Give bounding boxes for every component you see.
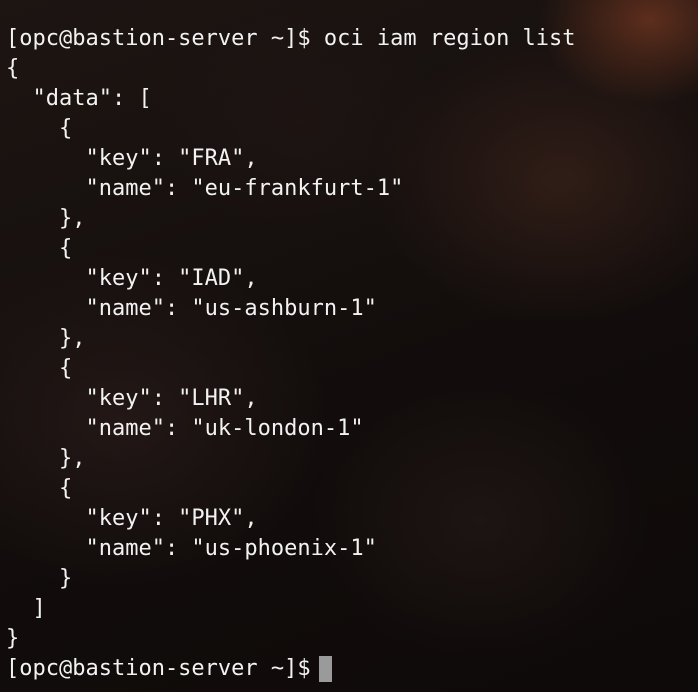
command-line: [opc@bastion-server ~]$ oci iam region l… xyxy=(6,26,576,51)
output-line: { xyxy=(6,56,20,81)
terminal-cursor[interactable] xyxy=(318,656,332,682)
output-line: { xyxy=(6,356,73,381)
shell-prompt: [opc@bastion-server ~]$ xyxy=(6,656,311,681)
output-line: "name": "eu-frankfurt-1" xyxy=(6,176,404,201)
output-line: }, xyxy=(6,326,86,351)
prompt-line[interactable]: [opc@bastion-server ~]$ xyxy=(6,654,692,684)
output-line: "key": "FRA", xyxy=(6,146,258,171)
output-line: { xyxy=(6,116,73,141)
output-line: "key": "PHX", xyxy=(6,506,258,531)
output-line: } xyxy=(6,566,73,591)
output-line: "key": "IAD", xyxy=(6,266,258,291)
output-line: { xyxy=(6,236,73,261)
output-line: }, xyxy=(6,206,86,231)
output-line: "name": "us-phoenix-1" xyxy=(6,536,377,561)
output-line: ] xyxy=(6,596,46,621)
output-line: "name": "uk-london-1" xyxy=(6,416,364,441)
output-line: } xyxy=(6,626,20,651)
output-line: "name": "us-ashburn-1" xyxy=(6,296,377,321)
output-line: }, xyxy=(6,446,86,471)
output-line: "key": "LHR", xyxy=(6,386,258,411)
output-line: { xyxy=(6,476,73,501)
terminal-output: [opc@bastion-server ~]$ oci iam region l… xyxy=(6,24,692,684)
output-line: "data": [ xyxy=(6,86,152,111)
